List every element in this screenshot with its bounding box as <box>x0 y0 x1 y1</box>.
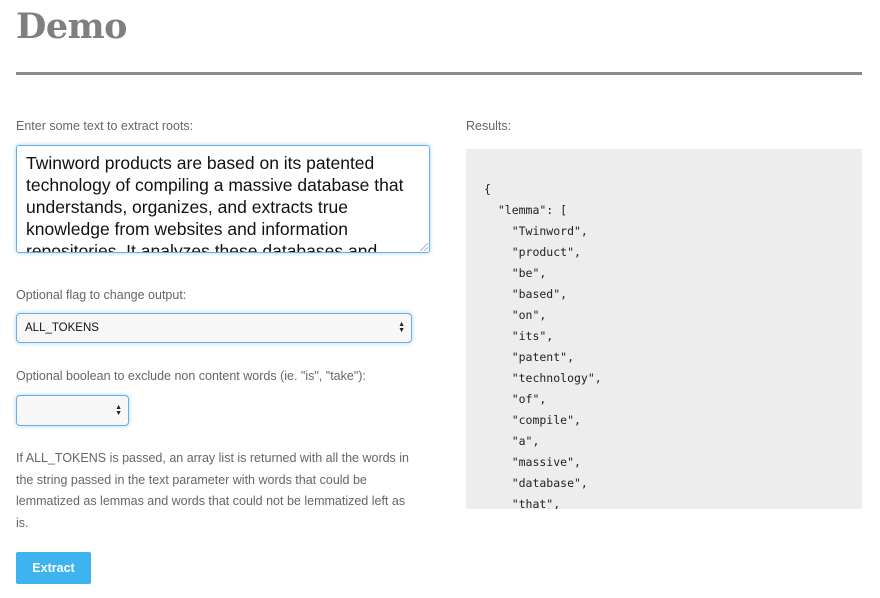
text-input-label: Enter some text to extract roots: <box>16 119 194 133</box>
flag-select-value: ALL_TOKENS <box>25 322 99 334</box>
flag-select[interactable]: ALL_TOKENS ▲ ▼ <box>16 313 412 343</box>
text-input-container[interactable]: Twinword products are based on its paten… <box>16 145 430 253</box>
resize-handle-icon[interactable] <box>420 243 428 251</box>
boolean-select[interactable]: ▲ ▼ <box>16 395 129 426</box>
select-arrows-icon: ▲ ▼ <box>398 321 405 334</box>
boolean-select-label: Optional boolean to exclude non content … <box>16 369 366 383</box>
results-json: { "lemma": [ "Twinword", "product", "be"… <box>484 182 602 509</box>
title-divider <box>16 72 862 75</box>
select-arrows-icon: ▲ ▼ <box>115 403 122 417</box>
page-title: Demo <box>16 6 128 47</box>
results-label: Results: <box>466 119 512 133</box>
help-text: If ALL_TOKENS is passed, an array list i… <box>16 451 410 530</box>
extract-button[interactable]: Extract <box>16 552 91 584</box>
results-panel[interactable]: { "lemma": [ "Twinword", "product", "be"… <box>466 149 862 509</box>
text-input[interactable]: Twinword products are based on its paten… <box>17 146 429 252</box>
flag-select-label: Optional flag to change output: <box>16 288 187 302</box>
